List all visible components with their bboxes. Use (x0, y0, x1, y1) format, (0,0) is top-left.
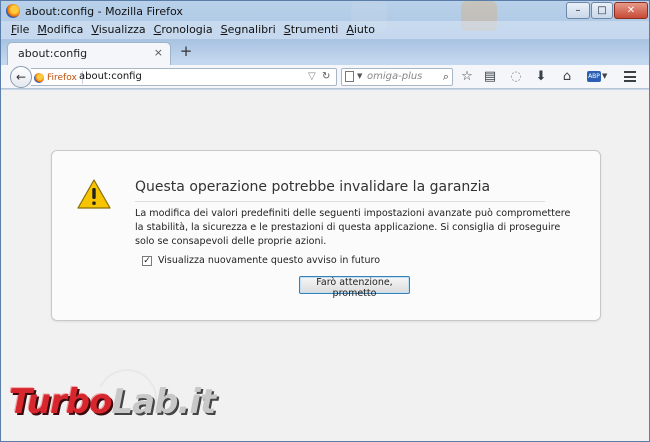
close-window-button[interactable]: ✕ (614, 2, 648, 19)
window-title: about:config - Mozilla Firefox (25, 5, 183, 18)
menu-visualizza[interactable]: Visualizza (87, 21, 149, 39)
firefox-logo-icon (6, 4, 20, 18)
accept-risk-button[interactable]: Farò attenzione, prometto (299, 276, 410, 299)
back-button[interactable]: ← (10, 66, 32, 88)
menu-aiuto[interactable]: Aiuto (342, 21, 379, 39)
warning-icon (77, 179, 111, 209)
navigation-toolbar: Firefox about:config ▽ ↻ ← ▼ omiga-plus … (1, 65, 649, 89)
menu-cronologia[interactable]: Cronologia (150, 21, 217, 39)
watermark-part1: Turbo (9, 382, 112, 422)
menu-hamburger-icon[interactable] (624, 71, 636, 82)
minimize-button[interactable]: – (566, 2, 590, 19)
search-engine-dropdown-icon[interactable]: ▼ (357, 72, 362, 80)
show-warning-again-checkbox[interactable]: ✓ (142, 255, 152, 266)
tab-about-config[interactable]: about:config × (7, 42, 171, 65)
addon-dropdown-icon[interactable]: ▼ (602, 72, 607, 80)
tab-close-icon[interactable]: × (154, 46, 163, 59)
menu-segnalibri[interactable]: Segnalibri (217, 21, 280, 39)
url-text[interactable]: about:config (79, 71, 142, 82)
zoom-icon[interactable]: ◌ (508, 69, 524, 85)
bookmark-star-icon[interactable]: ☆ (459, 69, 475, 85)
download-icon[interactable]: ⬇ (533, 69, 549, 85)
search-placeholder[interactable]: omiga-plus (367, 71, 422, 82)
url-bar[interactable]: Firefox about:config ▽ ↻ (31, 68, 337, 86)
search-bar[interactable]: ▼ omiga-plus ⌕ (341, 68, 453, 86)
url-dropdown-icon[interactable]: ▽ (308, 71, 316, 82)
maximize-button[interactable]: □ (591, 2, 613, 19)
menu-modifica[interactable]: Modifica (33, 21, 87, 39)
addon-icon[interactable]: ABP (587, 71, 601, 82)
show-warning-again-row[interactable]: ✓ Visualizza nuovamente questo avviso in… (142, 255, 380, 266)
search-engine-icon[interactable] (345, 71, 354, 82)
search-icon[interactable]: ⌕ (443, 70, 449, 84)
warning-message: La modifica dei valori predefiniti delle… (135, 208, 571, 247)
watermark-part2: Lab.it (111, 382, 216, 422)
menu-bar: File Modifica Visualizza Cronologia Segn… (1, 21, 649, 39)
home-icon[interactable]: ⌂ (559, 69, 575, 85)
identity-box[interactable]: Firefox (34, 71, 83, 84)
menu-file[interactable]: File (7, 21, 33, 39)
title-bar: about:config - Mozilla Firefox – □ ✕ (1, 1, 649, 21)
warranty-warning-box: Questa operazione potrebbe invalidare la… (51, 150, 601, 321)
tab-label: about:config (18, 47, 88, 60)
new-tab-button[interactable]: + (178, 43, 194, 59)
firefox-window: about:config - Mozilla Firefox – □ ✕ Fil… (0, 0, 650, 442)
tab-strip: about:config × + (1, 39, 649, 65)
firefox-logo-icon (34, 72, 44, 83)
turbolab-watermark: TurboLab.it (9, 382, 216, 422)
reload-icon[interactable]: ↻ (322, 71, 330, 82)
warning-title: Questa operazione potrebbe invalidare la… (135, 179, 545, 202)
menu-strumenti[interactable]: Strumenti (280, 21, 343, 39)
show-warning-again-label: Visualizza nuovamente questo avviso in f… (158, 255, 381, 266)
identity-label: Firefox (47, 72, 77, 83)
reading-list-icon[interactable]: ▤ (482, 69, 498, 85)
